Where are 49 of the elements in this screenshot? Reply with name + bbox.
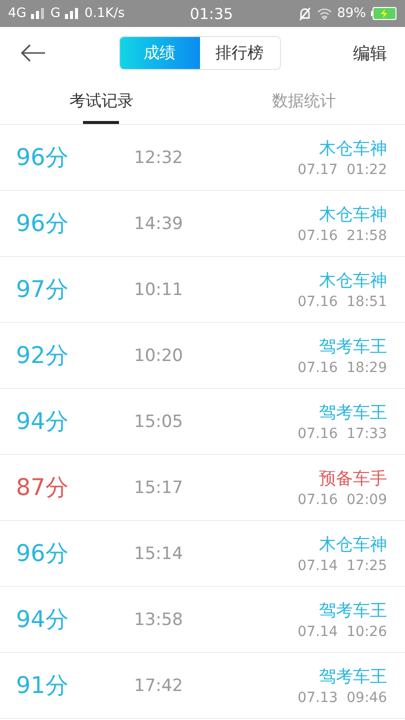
score: 97分: [16, 276, 70, 305]
duration: 15:05: [134, 412, 183, 432]
score: 96分: [16, 540, 70, 569]
duration: 10:20: [134, 346, 183, 366]
signal-icon: [65, 8, 80, 19]
clock: 01:35: [190, 4, 234, 22]
exam-date: 07.16 17:33: [298, 426, 387, 442]
battery-icon: [371, 7, 397, 20]
duration: 15:17: [134, 478, 183, 498]
exam-date: 07.13 09:46: [298, 690, 387, 706]
score: 96分: [16, 210, 70, 239]
score: 91分: [16, 672, 70, 701]
rank-title: 驾考车王: [319, 600, 387, 622]
rank-title: 木仓车神: [319, 534, 387, 556]
exam-date: 07.14 10:26: [298, 624, 387, 640]
duration: 10:11: [134, 280, 183, 300]
score: 96分: [16, 144, 70, 173]
duration: 14:39: [134, 214, 183, 234]
rank-title: 木仓车神: [319, 204, 387, 226]
score: 92分: [16, 342, 70, 371]
rank-title: 木仓车神: [319, 138, 387, 160]
rank-title: 木仓车神: [319, 270, 387, 292]
duration: 17:42: [134, 676, 183, 696]
network-label: 4G: [8, 6, 26, 21]
wifi-icon: [317, 8, 332, 20]
score: 94分: [16, 408, 70, 437]
exam-date: 07.16 21:58: [298, 228, 387, 244]
rank-title: 驾考车王: [319, 336, 387, 358]
signal-icon: [31, 8, 46, 19]
score: 94分: [16, 606, 70, 635]
rank-title: 驾考车王: [319, 666, 387, 688]
back-arrow-icon[interactable]: [20, 44, 46, 62]
network-label: G: [50, 6, 60, 21]
exam-date: 07.16 18:51: [298, 294, 387, 310]
score: 87分: [16, 474, 70, 503]
muted-bell-icon: [298, 6, 312, 20]
exam-date: 07.17 01:22: [298, 162, 387, 178]
duration: 12:32: [134, 148, 183, 168]
edit-button[interactable]: 编辑: [353, 42, 387, 64]
exam-date: 07.14 17:25: [298, 558, 387, 574]
battery-percent: 89%: [337, 6, 366, 21]
rank-title: 驾考车王: [319, 402, 387, 424]
network-speed: 0.1K/s: [84, 6, 125, 21]
tab[interactable]: 考试记录: [0, 79, 202, 124]
exam-date: 07.16 18:29: [298, 360, 387, 376]
exam-date: 07.16 02:09: [298, 492, 387, 508]
rank-title: 预备车手: [319, 468, 387, 490]
duration: 15:14: [134, 544, 183, 564]
duration: 13:58: [134, 610, 183, 630]
